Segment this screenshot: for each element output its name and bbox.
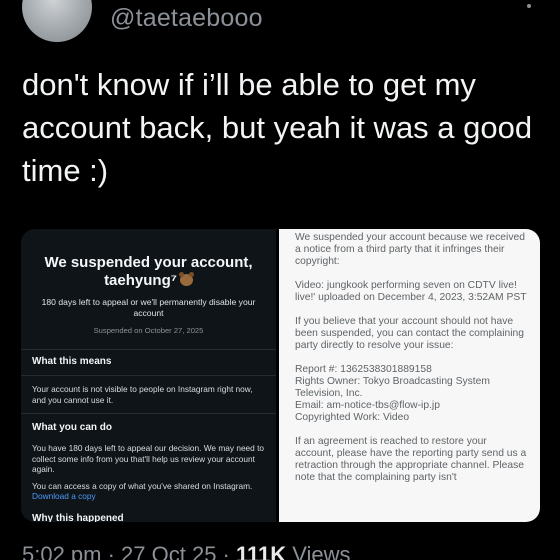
email-copyrighted-work: Copyrighted Work: Video — [295, 412, 410, 423]
views-label: Views — [286, 542, 351, 560]
divider — [21, 375, 276, 376]
email-paragraph-4: If an agreement is reached to restore yo… — [295, 436, 527, 483]
bear-emoji-icon — [178, 272, 194, 286]
ig-heading-can-do: What you can do — [32, 422, 112, 433]
tweet-timestamp[interactable]: 5:02 pm · 27 Oct 25 · — [22, 542, 236, 560]
ig-title: We suspended your account, taehyung⁷ — [44, 254, 253, 289]
email-link[interactable]: am-notice-tbs@flow-ip.jp — [326, 400, 439, 411]
tweet-text: don't know if i’ll be able to get my acc… — [22, 67, 533, 188]
divider — [21, 413, 276, 414]
more-options-icon[interactable] — [524, 0, 534, 16]
ig-heading-why: Why this happened — [32, 512, 124, 523]
ig-suspended-date: Suspended on October 27, 2025 — [93, 326, 204, 335]
email-paragraph-3: If you believe that your account should … — [295, 316, 524, 351]
instagram-suspension-screenshot[interactable]: We suspended your account, taehyung⁷ 180… — [21, 229, 276, 522]
ig-text-can-do-2: You can access a copy of what you've sha… — [32, 480, 253, 502]
views-count: 111K — [235, 542, 287, 560]
tweet-media[interactable]: We suspended your account, taehyung⁷ 180… — [21, 229, 540, 522]
email-paragraph-1: We suspended your account because we rec… — [295, 232, 525, 267]
email-notice-screenshot[interactable]: We suspended your account because we rec… — [279, 229, 540, 522]
author-handle[interactable]: @taetaebooo — [110, 4, 263, 33]
email-paragraph-2: Video: jungkook performing seven on CDTV… — [295, 280, 527, 303]
download-copy-link[interactable]: Download a copy — [32, 491, 96, 501]
email-contact: Email: am-notice-tbs@flow-ip.jp — [295, 400, 440, 411]
divider — [21, 349, 276, 350]
avatar[interactable] — [22, 0, 92, 42]
tweet-meta: 5:02 pm · 27 Oct 25 · 111K Views — [22, 542, 351, 560]
ig-heading-means: What this means — [32, 356, 112, 367]
email-rights-owner: Rights Owner: Tokyo Broadcasting System … — [295, 376, 490, 399]
email-report-number: Report #: 1362538301889158 — [295, 364, 432, 375]
ig-text-can-do-1: You have 180 days left to appeal our dec… — [32, 443, 265, 474]
ig-days-left: 180 days left to appeal or we'll permane… — [41, 297, 256, 318]
ig-text-means: Your account is not visible to people on… — [32, 384, 253, 405]
